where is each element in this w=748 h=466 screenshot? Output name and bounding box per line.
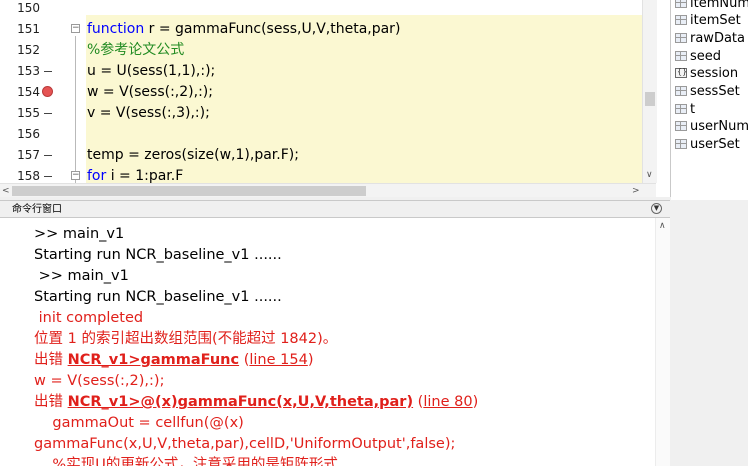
error-prefix: 出错 [34,352,68,368]
code-line[interactable]: 150 [0,0,656,19]
code-text: w = V(sess(:,2),:); [87,84,213,100]
error-function-link[interactable]: NCR_v1>gammaFunc [68,352,239,368]
code-area[interactable]: 150 151 − function r = gammaFunc(sess,U,… [0,0,656,183]
code-text: v = V(sess(:,3),:); [87,105,210,121]
variable-name: userSet [690,137,740,152]
scroll-thumb[interactable] [645,92,655,106]
keyword: for [87,168,107,183]
line-number: 155 [17,106,40,120]
code-rest: r = gammaFunc(sess,U,V,theta,par) [144,21,401,37]
code-line[interactable]: 157 temp = zeros(size(w,1),par.F); [0,145,656,166]
code-text: for i = 1:par.F [87,166,183,183]
command-window-scrollbar[interactable]: ∧ [655,218,670,466]
error-function-link[interactable]: NCR_v1>@(x)gammaFunc(x,U,V,theta,par) [68,394,413,410]
variable-name: sessSet [690,84,740,99]
command-output-line: >> main_v1 [34,268,129,284]
line-number: 150 [17,1,40,15]
variable-name: seed [690,49,722,64]
code-line[interactable]: 155 v = V(sess(:,3),:); [0,103,656,124]
fold-toggle-icon[interactable]: − [71,171,80,180]
error-source-line: gammaFunc(x,U,V,theta,par),cellD,'Unifor… [34,436,456,452]
command-output-line: Starting run NCR_baseline_v1 ...... [34,289,282,305]
chevron-left-icon[interactable]: < [2,186,10,196]
line-number: 158 [17,169,40,183]
error-line-link[interactable]: line 80 [423,394,472,410]
line-number: 151 [17,22,40,36]
breakpoint-slot[interactable] [44,176,52,177]
chevron-right-icon[interactable]: > [632,186,640,196]
matrix-icon [675,104,687,114]
command-output-line: >> main_v1 [34,226,125,242]
breakpoint-slot[interactable] [44,113,52,114]
paren-open: ( [413,394,424,410]
error-source-line: %实现U的更新公式，注意采用的是矩阵形式 [34,457,338,466]
editor-horizontal-scrollbar[interactable]: < > [0,183,656,197]
object-icon: {} [675,67,688,78]
matrix-icon [675,86,687,96]
code-text: u = U(sess(1,1),:); [87,63,216,79]
paren-open: ( [239,352,250,368]
code-text: temp = zeros(size(w,1),par.F); [87,147,299,163]
error-location: 出错 NCR_v1>@(x)gammaFunc(x,U,V,theta,par)… [34,392,478,413]
line-number: 157 [17,148,40,162]
code-line[interactable]: 154 w = V(sess(:,2),:); [0,82,656,103]
error-source-line: gammaOut = cellfun(@(x) [34,415,244,431]
scroll-thumb[interactable] [12,186,366,196]
error-source-line: w = V(sess(:,2),:); [34,373,165,389]
variable-name: rawData [690,31,745,46]
paren-close: ) [472,394,479,410]
line-number: 153 [17,64,40,78]
keyword: function [87,21,145,37]
editor-vertical-scrollbar[interactable]: ∨ [642,0,657,183]
breakpoint-slot[interactable] [44,71,52,72]
variable-name: session [690,66,739,81]
panel-menu-icon[interactable]: ▼ [651,203,662,214]
matrix-icon [675,139,687,149]
command-window[interactable]: >> main_v1 Starting run NCR_baseline_v1 … [0,218,670,466]
code-text: function r = gammaFunc(sess,U,V,theta,pa… [87,19,400,40]
matrix-icon [675,0,687,8]
error-location: 出错 NCR_v1>gammaFunc (line 154) [34,350,314,371]
fold-toggle-icon[interactable]: − [71,24,80,33]
line-number: 156 [17,127,40,141]
code-line[interactable]: 152 %参考论文公式 [0,40,656,61]
variable-name: itemNum [690,0,748,11]
code-line[interactable]: 158 − for i = 1:par.F [0,166,656,183]
code-line[interactable]: 151 − function r = gammaFunc(sess,U,V,th… [0,19,656,40]
matrix-icon [675,121,687,131]
variable-name: t [690,102,696,117]
command-window-header: 命令行窗口 ▼ [0,200,670,218]
error-line-link[interactable]: line 154 [249,352,307,368]
command-output-line: Starting run NCR_baseline_v1 ...... [34,247,282,263]
code-line[interactable]: 156 [0,124,656,145]
paren-close: ) [307,352,314,368]
chevron-down-icon[interactable]: ∨ [646,170,653,180]
matrix-icon [675,15,687,25]
code-rest: i = 1:par.F [106,168,184,183]
matrix-icon [675,33,687,43]
breakpoint-icon[interactable] [42,86,53,97]
line-number: 154 [17,85,40,99]
error-prefix: 出错 [34,394,68,410]
code-line[interactable]: 153 u = U(sess(1,1),:); [0,61,656,82]
workspace-panel: itemNum itemSet rawData seed {} session … [671,0,748,200]
matrix-icon [675,51,687,61]
variable-name: itemSet [690,13,741,28]
command-output-line: init completed [34,310,144,326]
command-window-title: 命令行窗口 [12,204,62,215]
variable-name: userNum [690,119,748,134]
chevron-up-icon[interactable]: ∧ [659,221,666,231]
matlab-window: 150 151 − function r = gammaFunc(sess,U,… [0,0,748,466]
error-message: 位置 1 的索引超出数组范围(不能超过 1842)。 [34,331,338,347]
breakpoint-slot[interactable] [44,155,52,156]
line-number: 152 [17,43,40,57]
comment-text: %参考论文公式 [87,42,185,58]
editor-pane: 150 151 − function r = gammaFunc(sess,U,… [0,0,671,197]
